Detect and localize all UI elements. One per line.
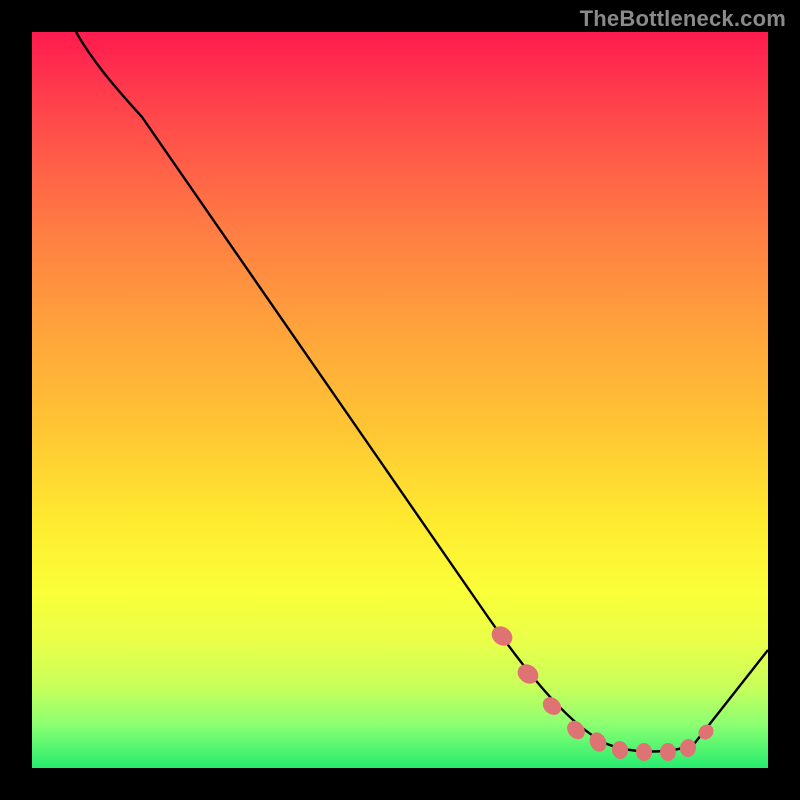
marker-dot <box>660 743 676 761</box>
marker-dot <box>678 737 698 759</box>
chart-plot-area <box>32 32 768 768</box>
chart-frame: TheBottleneck.com <box>0 0 800 800</box>
marker-dot <box>611 740 630 761</box>
curve-line <box>76 32 768 752</box>
marker-dot <box>636 743 652 761</box>
marker-dot <box>488 622 516 649</box>
chart-svg <box>32 32 768 768</box>
markers-group <box>488 622 717 761</box>
watermark-text: TheBottleneck.com <box>580 6 786 32</box>
